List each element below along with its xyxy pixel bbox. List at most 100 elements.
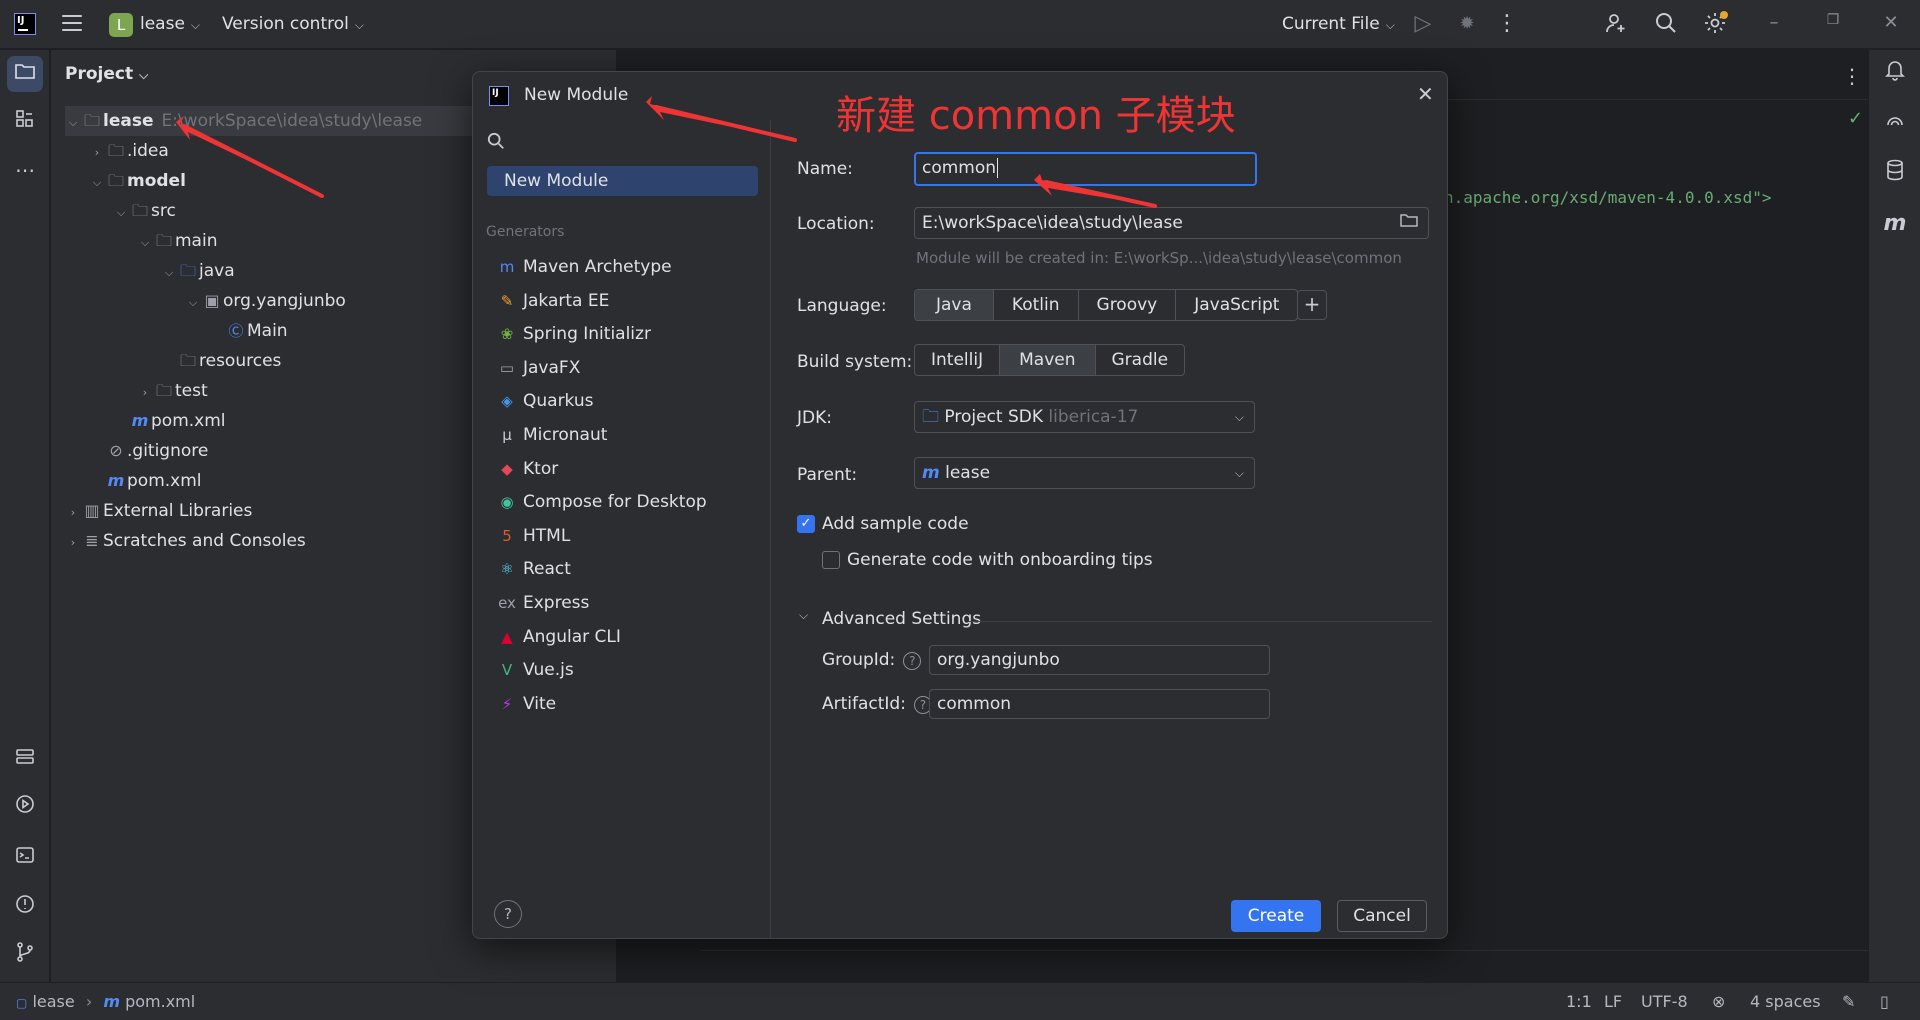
indent-setting[interactable]: 4 spaces xyxy=(1750,992,1821,1011)
advanced-settings-toggle[interactable]: Advanced Settings xyxy=(822,609,981,629)
add-sample-code-checkbox[interactable]: ✓ xyxy=(797,515,815,533)
generator-item[interactable]: ex Express xyxy=(497,588,589,618)
generator-item[interactable]: V Vue.js xyxy=(497,655,574,685)
language-option-groovy[interactable]: Groovy xyxy=(1079,290,1177,320)
caret-position[interactable]: 1:1 xyxy=(1566,992,1592,1011)
collapsed-arrow-icon[interactable]: › xyxy=(65,498,81,528)
intellij-logo-icon[interactable]: IJ xyxy=(14,13,36,35)
project-switcher[interactable]: lease ⌵ xyxy=(140,14,200,34)
jdk-combo[interactable]: 🗀 Project SDK liberica-17 ⌵ xyxy=(914,401,1255,433)
language-option-kotlin[interactable]: Kotlin xyxy=(994,290,1079,320)
generator-icon: ✎ xyxy=(500,291,514,310)
close-window-icon[interactable]: ✕ xyxy=(1876,12,1906,36)
terminal-icon[interactable] xyxy=(7,840,43,876)
project-folder-icon[interactable] xyxy=(7,56,43,92)
run-icon[interactable]: ▷ xyxy=(1410,11,1436,37)
location-input[interactable]: E:\workSpace\idea\study\lease xyxy=(914,207,1429,239)
expanded-arrow-icon[interactable]: ⌵ xyxy=(113,198,129,228)
inspection-ok-icon[interactable]: ✓ xyxy=(1848,108,1863,129)
generator-item[interactable]: m Maven Archetype xyxy=(497,252,672,282)
breadcrumb-project[interactable]: lease xyxy=(32,992,74,1011)
expanded-arrow-icon[interactable]: ⌵ xyxy=(65,108,81,138)
breadcrumb-file[interactable]: pom.xml xyxy=(125,992,195,1011)
generator-item[interactable]: ✎ Jakarta EE xyxy=(497,286,610,316)
expanded-arrow-icon[interactable]: ⌵ xyxy=(89,168,105,198)
help-button[interactable]: ? xyxy=(494,900,522,928)
editor-bottom-bar xyxy=(700,950,1868,982)
notifications-bell-icon[interactable] xyxy=(1877,56,1913,92)
expanded-arrow-icon[interactable]: ⌵ xyxy=(161,258,177,288)
add-language-plus-icon[interactable]: + xyxy=(1297,290,1327,320)
onboarding-tips-label[interactable]: Generate code with onboarding tips xyxy=(847,550,1153,570)
restore-icon[interactable]: ❐ xyxy=(1818,12,1848,36)
generator-item[interactable]: ◆ Ktor xyxy=(497,454,558,484)
collapsed-arrow-icon[interactable]: › xyxy=(65,528,81,558)
project-badge[interactable]: L xyxy=(109,13,133,37)
status-bar: ▢ lease › m pom.xml 1:1 LF UTF-8 ⊗ 4 spa… xyxy=(0,982,1920,1020)
language-option-java[interactable]: Java xyxy=(915,290,994,320)
module-folder-icon: 🗀 xyxy=(83,111,100,130)
expanded-arrow-icon[interactable]: ⌵ xyxy=(137,228,153,258)
generator-item[interactable]: 5 HTML xyxy=(497,521,570,551)
memory-indicator-icon[interactable]: ▯ xyxy=(1880,992,1889,1011)
run-tool-icon[interactable] xyxy=(7,790,43,826)
build-option-maven[interactable]: Maven xyxy=(1000,345,1096,375)
generator-item[interactable]: ⚡ Vite xyxy=(497,689,556,719)
read-only-lock-icon[interactable]: ✎ xyxy=(1842,992,1855,1011)
structure-icon[interactable] xyxy=(7,104,43,140)
line-separator[interactable]: LF xyxy=(1604,992,1622,1011)
generator-item[interactable]: ❀ Spring Initializr xyxy=(497,319,651,349)
sidebar-item-new-module[interactable]: New Module xyxy=(487,166,758,196)
search-icon[interactable] xyxy=(1653,11,1679,37)
cancel-button[interactable]: Cancel xyxy=(1337,900,1427,932)
generator-label: Quarkus xyxy=(523,391,594,412)
more-tools-icon[interactable]: ⋯ xyxy=(7,152,43,188)
file-encoding[interactable]: UTF-8 xyxy=(1641,992,1688,1011)
help-question-icon[interactable]: ? xyxy=(903,652,922,670)
maven-tool-icon[interactable]: m xyxy=(1877,206,1913,242)
minimize-icon[interactable]: – xyxy=(1759,12,1789,36)
chevron-down-icon[interactable]: ⌵ xyxy=(799,608,808,623)
hamburger-menu-icon[interactable] xyxy=(62,15,82,31)
artifactid-input[interactable]: common xyxy=(929,689,1270,719)
project-panel-title[interactable]: Project ⌵ xyxy=(65,64,148,84)
services-icon[interactable] xyxy=(7,742,43,778)
build-option-gradle[interactable]: Gradle xyxy=(1096,345,1185,375)
database-icon[interactable] xyxy=(1877,156,1913,192)
generator-item[interactable]: ▲ Angular CLI xyxy=(497,622,621,652)
create-button[interactable]: Create xyxy=(1231,900,1321,932)
parent-combo[interactable]: m lease ⌵ xyxy=(914,457,1255,489)
version-control-menu[interactable]: Version control ⌵ xyxy=(222,14,364,34)
add-sample-code-label[interactable]: Add sample code xyxy=(822,514,969,534)
build-option-intellij[interactable]: IntelliJ xyxy=(915,345,1001,375)
add-user-icon[interactable] xyxy=(1603,11,1629,37)
run-config-selector[interactable]: Current File ⌵ xyxy=(1282,14,1395,34)
generator-item[interactable]: ◉ Compose for Desktop xyxy=(497,487,706,517)
generator-label: Vite xyxy=(523,693,557,714)
settings-gear-icon[interactable] xyxy=(1702,11,1728,37)
expanded-arrow-icon[interactable]: ⌵ xyxy=(185,288,201,318)
generator-item[interactable]: ▭ JavaFX xyxy=(497,353,580,383)
inspections-off-icon[interactable]: ⊗ xyxy=(1712,992,1725,1011)
onboarding-tips-checkbox[interactable] xyxy=(822,551,840,569)
parent-label: Parent: xyxy=(797,465,858,485)
generator-item[interactable]: μ Micronaut xyxy=(497,420,607,450)
close-icon[interactable]: ✕ xyxy=(1417,82,1434,106)
generator-item[interactable]: ⚛ React xyxy=(497,554,571,584)
groupid-input[interactable]: org.yangjunbo xyxy=(929,645,1270,675)
name-input[interactable]: common xyxy=(914,152,1257,186)
problems-icon[interactable] xyxy=(7,890,43,926)
editor-more-icon[interactable]: ⋮ xyxy=(1842,64,1862,88)
ai-assistant-icon[interactable] xyxy=(1877,106,1913,142)
git-icon[interactable] xyxy=(7,938,43,974)
collapsed-arrow-icon[interactable]: › xyxy=(89,138,105,168)
search-icon[interactable] xyxy=(487,132,505,154)
version-control-label: Version control xyxy=(222,14,349,34)
more-options-icon[interactable]: ⋮ xyxy=(1494,11,1520,37)
debug-icon[interactable]: ✹ xyxy=(1454,11,1480,37)
generator-item[interactable]: ◈ Quarkus xyxy=(497,386,594,416)
collapsed-arrow-icon[interactable]: › xyxy=(137,378,153,408)
code-line[interactable]: n.apache.org/xsd/maven-4.0.0.xsd"> xyxy=(1444,188,1772,207)
browse-folder-icon[interactable] xyxy=(1400,208,1418,238)
language-option-javascript[interactable]: JavaScript xyxy=(1176,290,1297,320)
